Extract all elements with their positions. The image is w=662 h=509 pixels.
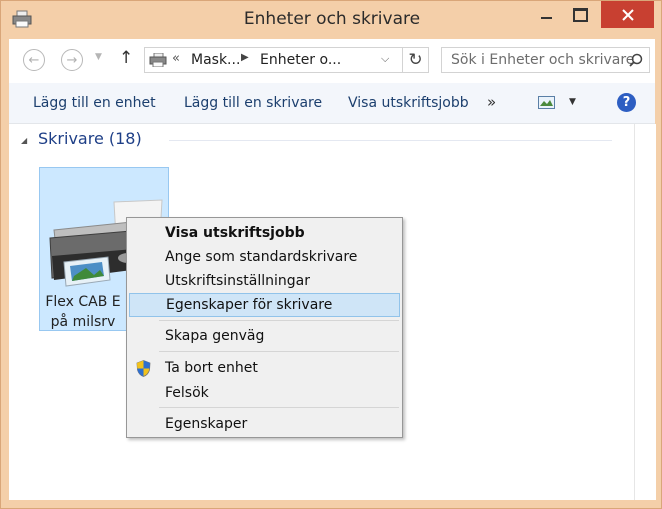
address-field[interactable]: « Mask... ▶ Enheter o... ⌵ [144, 47, 429, 73]
printer-name-line2: på milsrv [50, 314, 116, 330]
back-button[interactable]: ← [23, 49, 45, 71]
printer-name-line1: Flex CAB E [45, 294, 121, 310]
menu-separator [159, 407, 399, 408]
maximize-button[interactable] [563, 1, 597, 28]
command-bar: Lägg till en enhet Lägg till en skrivare… [9, 83, 655, 124]
arrow-right-icon: → [66, 52, 78, 68]
menu-item-properties[interactable]: Egenskaper [129, 413, 400, 437]
address-bar: ← → ▼ ↑ « Mask... ▶ Enheter o... ⌵ ↻ Sök… [9, 39, 655, 83]
vertical-scrollbar[interactable] [634, 124, 656, 500]
menu-separator [159, 320, 399, 321]
devices-printers-icon [149, 53, 167, 67]
add-printer-button[interactable]: Lägg till en skrivare [184, 95, 322, 111]
see-print-jobs-button[interactable]: Visa utskriftsjobb [348, 95, 469, 111]
uac-shield-icon [136, 360, 151, 377]
close-icon [621, 8, 634, 21]
menu-separator [159, 351, 399, 352]
refresh-button[interactable]: ↻ [402, 47, 429, 73]
menu-item-label: Utskriftsinställningar [165, 273, 311, 289]
breadcrumb-item[interactable]: Mask... [191, 52, 240, 68]
recent-locations-dropdown[interactable]: ▼ [95, 52, 102, 62]
group-divider [169, 140, 612, 141]
forward-button[interactable]: → [61, 49, 83, 71]
collapse-triangle-icon[interactable]: ◢ [21, 136, 27, 145]
search-placeholder: Sök i Enheter och skrivare [451, 52, 635, 68]
menu-item-printer-properties[interactable]: Egenskaper för skrivare [129, 293, 400, 317]
context-menu: Visa utskriftsjobb Ange som standardskri… [126, 217, 403, 438]
breadcrumb-separator-icon[interactable]: ▶ [241, 52, 249, 63]
minimize-button[interactable] [531, 1, 561, 28]
close-button[interactable] [601, 1, 654, 28]
breadcrumb-item[interactable]: Enheter o... [260, 52, 341, 68]
up-button[interactable]: ↑ [119, 48, 133, 68]
menu-item-set-default-printer[interactable]: Ange som standardskrivare [129, 246, 400, 270]
menu-item-printing-preferences[interactable]: Utskriftsinställningar [129, 270, 400, 294]
menu-item-remove-device[interactable]: Ta bort enhet [129, 357, 400, 381]
menu-item-see-print-jobs[interactable]: Visa utskriftsjobb [129, 222, 400, 246]
chevron-down-icon[interactable]: ▼ [569, 97, 576, 107]
menu-item-label: Ta bort enhet [165, 360, 258, 376]
add-device-button[interactable]: Lägg till en enhet [33, 95, 156, 111]
title-bar[interactable]: Enheter och skrivare [1, 1, 662, 39]
search-icon[interactable] [629, 53, 643, 67]
refresh-icon: ↻ [408, 50, 423, 70]
more-commands-button[interactable]: » [487, 93, 496, 111]
search-input[interactable]: Sök i Enheter och skrivare [441, 47, 650, 73]
group-title: Skrivare (18) [38, 129, 142, 148]
menu-item-label: Visa utskriftsjobb [165, 225, 305, 241]
menu-item-create-shortcut[interactable]: Skapa genväg [129, 325, 400, 349]
menu-item-label: Ange som standardskrivare [165, 249, 358, 265]
arrow-left-icon: ← [28, 52, 40, 68]
window-bottom-border [9, 500, 655, 506]
menu-item-label: Egenskaper [165, 416, 248, 432]
explorer-window: Enheter och skrivare ← → ▼ ↑ « Mask... ▶… [0, 0, 662, 509]
menu-item-label: Skapa genväg [165, 328, 265, 344]
menu-item-troubleshoot[interactable]: Felsök [129, 382, 400, 406]
help-button[interactable]: ? [617, 93, 636, 112]
address-overflow-chevron[interactable]: « [172, 51, 180, 66]
menu-item-label: Egenskaper för skrivare [166, 297, 333, 313]
view-options-icon[interactable] [538, 96, 555, 109]
menu-item-label: Felsök [165, 385, 209, 401]
chevron-down-icon[interactable]: ⌵ [381, 52, 389, 66]
